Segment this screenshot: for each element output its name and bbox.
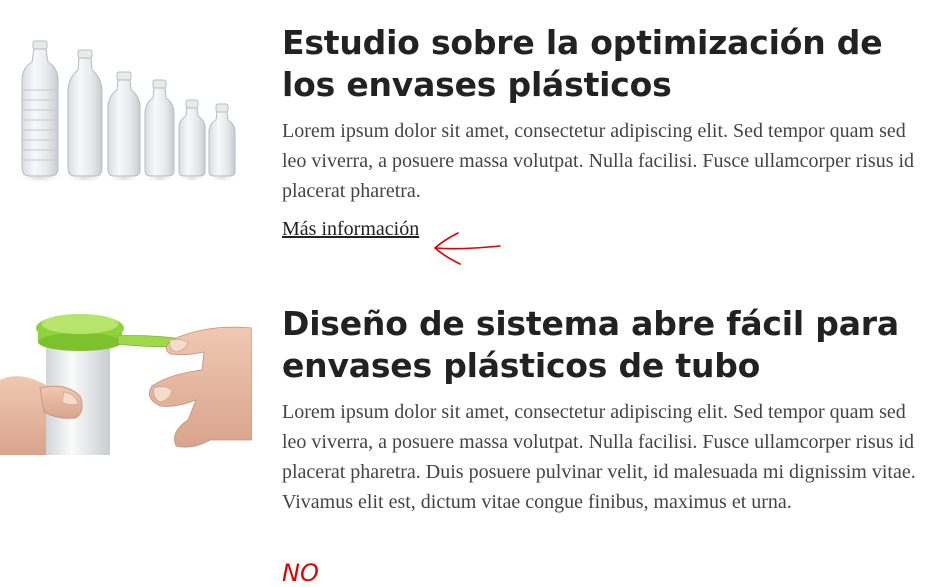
tube-cap-hand-image[interactable]	[0, 300, 252, 455]
tube-cap-illustration	[0, 314, 252, 455]
article-excerpt: Lorem ipsum dolor sit amet, consectetur …	[282, 401, 916, 513]
article-title[interactable]: Estudio sobre la optimización de los env…	[282, 22, 922, 106]
article-title[interactable]: Diseño de sistema abre fácil para envase…	[282, 303, 922, 387]
article-content: Diseño de sistema abre fácil para envase…	[282, 303, 922, 517]
no-annotation-text: NO	[282, 559, 319, 587]
red-arrow-annotation	[434, 232, 501, 265]
more-info-link[interactable]: Más información	[282, 216, 419, 242]
article-excerpt: Lorem ipsum dolor sit amet, consectetur …	[282, 120, 915, 202]
handwritten-no-annotation: NO	[282, 559, 319, 587]
plastic-bottles-image[interactable]	[0, 28, 252, 188]
article-content: Estudio sobre la optimización de los env…	[282, 22, 922, 242]
article-card: Diseño de sistema abre fácil para envase…	[0, 297, 939, 587]
bottles-illustration	[14, 40, 236, 183]
